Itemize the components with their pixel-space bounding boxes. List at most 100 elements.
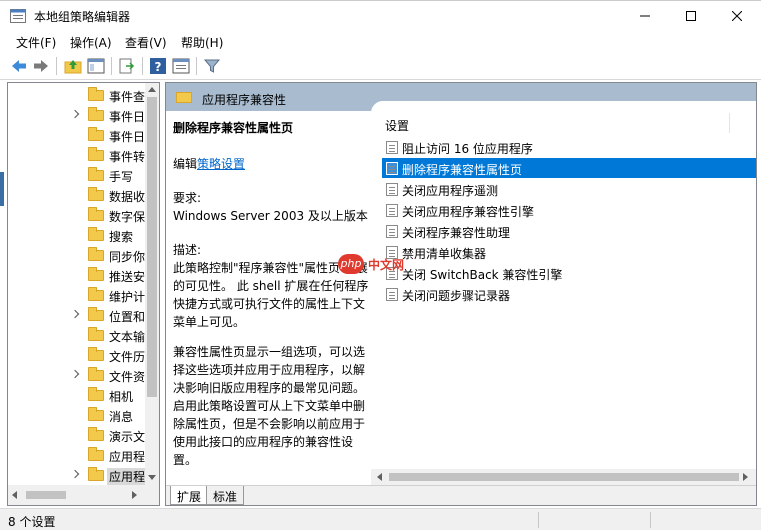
tree-item[interactable]: 数字保 xyxy=(8,205,145,225)
help-icon[interactable]: ? xyxy=(149,57,167,75)
tree-item-label: 搜索 xyxy=(109,230,134,244)
tree-item-label: 数字保 xyxy=(109,210,146,224)
expand-chevron-icon[interactable] xyxy=(70,309,80,319)
menu-view[interactable]: 查看(V) xyxy=(125,34,167,51)
up-folder-icon[interactable] xyxy=(64,57,82,75)
scroll-left-icon[interactable] xyxy=(377,473,382,481)
toolbar-separator xyxy=(56,57,57,75)
folder-icon xyxy=(88,307,104,321)
tab-extended[interactable]: 扩展 xyxy=(170,486,209,505)
expand-chevron-icon[interactable] xyxy=(70,369,80,379)
scroll-right-icon[interactable] xyxy=(743,473,748,481)
folder-icon xyxy=(88,267,104,281)
tree-item-label: 事件日 xyxy=(109,110,146,124)
watermark-text: 中文网 xyxy=(368,258,405,272)
properties-icon[interactable] xyxy=(172,57,190,75)
header-title: 应用程序兼容性 xyxy=(202,93,287,107)
tree-item[interactable]: 事件查 xyxy=(8,85,145,105)
setting-row[interactable]: 关闭应用程序兼容性引擎 xyxy=(382,200,756,220)
tree-item[interactable]: 维护计 xyxy=(8,285,145,305)
menu-help[interactable]: 帮助(H) xyxy=(181,34,223,51)
toolbar-separator xyxy=(196,57,197,75)
menu-bar: 文件(F) 操作(A) 查看(V) 帮助(H) xyxy=(0,30,761,52)
tree-item[interactable]: 相机 xyxy=(8,385,145,405)
list-horizontal-scrollbar[interactable] xyxy=(371,469,756,485)
tree-item[interactable]: 手写 xyxy=(8,165,145,185)
setting-label: 阻止访问 16 位应用程序 xyxy=(402,142,533,156)
expand-chevron-icon[interactable] xyxy=(70,469,80,479)
tree-item-label: 文本输 xyxy=(109,330,146,344)
menu-file[interactable]: 文件(F) xyxy=(16,34,56,51)
tree-item[interactable]: 消息 xyxy=(8,405,145,425)
policy-setting-icon xyxy=(386,162,398,175)
setting-row[interactable]: 阻止访问 16 位应用程序 xyxy=(382,137,756,157)
expand-chevron-icon[interactable] xyxy=(70,109,80,119)
folder-icon xyxy=(88,247,104,261)
tree-item[interactable]: 文件历 xyxy=(8,345,145,365)
folder-icon xyxy=(88,127,104,141)
scroll-down-icon[interactable] xyxy=(148,475,156,480)
watermark: php 中文网 xyxy=(338,254,420,276)
minimize-button[interactable] xyxy=(622,1,668,31)
show-hide-tree-icon[interactable] xyxy=(87,57,105,75)
setting-row[interactable]: 关闭问题步骤记录器 xyxy=(382,284,756,304)
folder-icon xyxy=(88,447,104,461)
tree-item-label: 维护计 xyxy=(109,290,146,304)
setting-row[interactable]: 关闭应用程序遥测 xyxy=(382,179,756,199)
tree-item-label: 文件历 xyxy=(109,350,146,364)
edit-policy-link[interactable]: 策略设置 xyxy=(197,157,245,171)
setting-row[interactable]: 删除程序兼容性属性页 xyxy=(382,158,756,178)
toolbar-separator xyxy=(142,57,143,75)
settings-column-header[interactable]: 设置 xyxy=(385,117,409,134)
scrollbar-corner xyxy=(145,485,159,505)
back-arrow-icon[interactable] xyxy=(10,57,28,75)
tree-item-label: 手写 xyxy=(109,170,134,184)
menu-action[interactable]: 操作(A) xyxy=(70,34,112,51)
folder-icon xyxy=(88,407,104,421)
export-list-icon[interactable] xyxy=(118,57,136,75)
scroll-up-icon[interactable] xyxy=(148,87,156,92)
folder-icon xyxy=(88,287,104,301)
tree-item[interactable]: 演示文 xyxy=(8,425,145,445)
svg-text:?: ? xyxy=(155,60,162,74)
tree-item[interactable]: 推送安 xyxy=(8,265,145,285)
close-button[interactable] xyxy=(714,1,760,31)
scroll-left-icon[interactable] xyxy=(12,491,17,499)
tree-item[interactable]: 文件资 xyxy=(8,365,145,385)
folder-icon xyxy=(88,107,104,121)
tree-item[interactable]: 文本输 xyxy=(8,325,145,345)
tree-item[interactable]: 事件日 xyxy=(8,105,145,125)
tree-item[interactable]: 数据收 xyxy=(8,185,145,205)
folder-icon xyxy=(88,227,104,241)
tree-item[interactable]: 位置和 xyxy=(8,305,145,325)
folder-icon xyxy=(88,187,104,201)
maximize-button[interactable] xyxy=(668,1,714,31)
filter-icon[interactable] xyxy=(203,57,221,75)
description-paragraph: 兼容性属性页显示一组选项，可以选择这些选项并应用于应用程序，以解决影响旧版应用程… xyxy=(173,345,366,467)
scroll-thumb[interactable] xyxy=(26,491,66,499)
setting-row[interactable]: 禁用清单收集器 xyxy=(382,242,756,262)
tree-item-label: 事件查 xyxy=(109,90,146,104)
column-divider[interactable] xyxy=(729,113,730,133)
edit-policy-line: 编辑策略设置 xyxy=(173,155,245,173)
tree-item-label: 相机 xyxy=(109,390,134,404)
setting-label: 关闭应用程序遥测 xyxy=(402,184,499,198)
tree-item[interactable]: 同步你 xyxy=(8,245,145,265)
tree-item[interactable]: 搜索 xyxy=(8,225,145,245)
scroll-thumb[interactable] xyxy=(389,473,739,481)
tab-standard[interactable]: 标准 xyxy=(206,486,245,505)
scroll-right-icon[interactable] xyxy=(132,491,137,499)
setting-row[interactable]: 关闭程序兼容性助理 xyxy=(382,221,756,241)
scroll-thumb[interactable] xyxy=(147,97,157,397)
tree-item[interactable]: 应用程 xyxy=(8,465,148,485)
setting-row[interactable]: 关闭 SwitchBack 兼容性引擎 xyxy=(382,263,756,283)
tree-horizontal-scrollbar[interactable] xyxy=(8,485,145,505)
tree-item[interactable]: 事件转 xyxy=(8,145,145,165)
forward-arrow-icon[interactable] xyxy=(32,57,50,75)
tree-item-label: 推送安 xyxy=(109,270,146,284)
tree-vertical-scrollbar[interactable] xyxy=(145,83,159,485)
tree-item-label: 文件资 xyxy=(109,370,146,384)
tree-item[interactable]: 应用程 xyxy=(8,445,145,465)
tree-item-label: 事件日 xyxy=(109,130,146,144)
tree-item[interactable]: 事件日 xyxy=(8,125,145,145)
